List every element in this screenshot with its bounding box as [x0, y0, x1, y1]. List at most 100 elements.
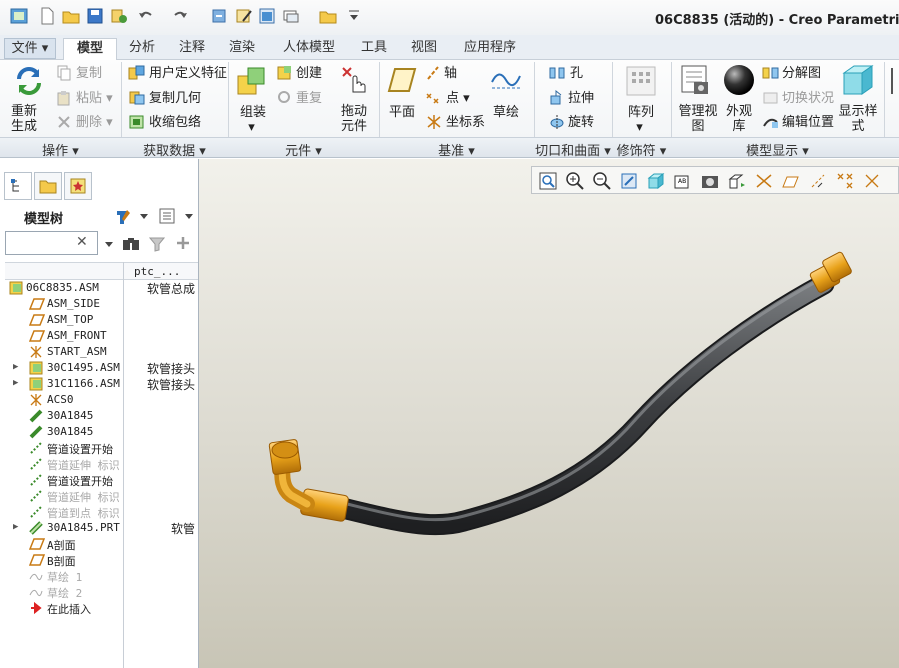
filter-icon[interactable]: [148, 236, 166, 255]
tab-view[interactable]: 视图: [402, 38, 446, 60]
regenerate-icon[interactable]: [13, 65, 45, 100]
point-display-icon[interactable]: [835, 171, 855, 191]
expand-arrow-icon[interactable]: ▶: [13, 522, 18, 532]
tab-applications[interactable]: 应用程序: [454, 38, 526, 60]
search-dropdown-icon[interactable]: [104, 238, 114, 252]
axis-display-icon[interactable]: [808, 171, 828, 191]
toggle-status-button[interactable]: 切换状况: [782, 91, 834, 106]
regenerate-small-icon[interactable]: [110, 7, 128, 25]
tree-item[interactable]: A剖面: [0, 536, 198, 552]
find-icon[interactable]: [122, 236, 140, 255]
zoom-out-icon[interactable]: [592, 171, 612, 191]
tree-item[interactable]: ACS0: [0, 392, 198, 408]
hose-assembly-model[interactable]: [199, 159, 899, 668]
copy-button[interactable]: 复制: [76, 66, 102, 81]
tree-item[interactable]: 管道延伸 标识: [0, 456, 198, 472]
tree-item[interactable]: 管道到点 标识: [0, 504, 198, 520]
tree-item[interactable]: 06C8835.ASM 软管总成: [0, 280, 198, 296]
switch-window-icon[interactable]: [282, 7, 300, 25]
hose[interactable]: [323, 273, 835, 536]
right-fitting[interactable]: [809, 251, 852, 293]
redo-icon[interactable]: [172, 7, 190, 25]
appearance-gallery-icon[interactable]: [723, 64, 755, 99]
tree-item[interactable]: ▶ 31C1166.ASM 软管接头: [0, 376, 198, 392]
save-icon[interactable]: [86, 7, 104, 25]
edit-icon[interactable]: [235, 7, 253, 25]
csys-display-icon[interactable]: [862, 171, 882, 191]
pattern-icon[interactable]: [626, 66, 656, 99]
folder-browser-tab[interactable]: [34, 172, 62, 200]
display-style-view-icon[interactable]: [646, 171, 666, 191]
drag-components-button[interactable]: 拖动元件: [341, 104, 369, 134]
plane-display-icon[interactable]: [754, 171, 774, 191]
tab-manikin[interactable]: 人体模型: [274, 38, 344, 60]
hole-button[interactable]: 孔: [570, 66, 583, 81]
column-header-label[interactable]: ptc_...: [134, 265, 180, 278]
tree-item[interactable]: START_ASM: [0, 344, 198, 360]
window-icon[interactable]: [258, 7, 276, 25]
point-button[interactable]: 点 ▾: [446, 91, 470, 106]
folder-icon[interactable]: [319, 7, 337, 25]
create-button[interactable]: 创建: [296, 66, 322, 81]
tab-file[interactable]: 文件 ▾: [4, 38, 56, 59]
tree-item[interactable]: 管道设置开始: [0, 440, 198, 456]
display-style-button[interactable]: 显示样式: [838, 104, 878, 134]
udf-button[interactable]: 用户定义特征: [149, 66, 227, 81]
view-manager-icon[interactable]: [700, 171, 720, 191]
group-modifiers[interactable]: 修饰符 ▾: [612, 140, 671, 159]
drag-components-icon[interactable]: [339, 64, 371, 99]
tab-tools[interactable]: 工具: [352, 38, 396, 60]
tab-annotate[interactable]: 注释: [170, 38, 214, 60]
axis-button[interactable]: 轴: [444, 66, 457, 81]
model-tree-tab[interactable]: [4, 172, 32, 200]
plane-icon[interactable]: [387, 67, 417, 96]
expand-arrow-icon[interactable]: ▶: [13, 362, 18, 372]
repaint-icon[interactable]: [619, 171, 639, 191]
regenerate-manager-icon[interactable]: [210, 7, 228, 25]
tree-item[interactable]: ASM_SIDE: [0, 296, 198, 312]
graphics-window[interactable]: [199, 159, 899, 668]
refit-icon[interactable]: [538, 171, 558, 191]
tree-item[interactable]: 30A1845: [0, 424, 198, 440]
group-model-display[interactable]: 模型显示 ▾: [671, 140, 884, 159]
tree-item[interactable]: ▶ 30C1495.ASM 软管接头: [0, 360, 198, 376]
manage-views-button[interactable]: 管理视图: [678, 104, 718, 134]
tree-settings-icon[interactable]: [115, 207, 149, 228]
new-icon[interactable]: [38, 7, 56, 25]
tree-columns-icon[interactable]: [158, 207, 194, 228]
sketch-icon[interactable]: [490, 66, 522, 95]
pattern-button[interactable]: 阵列 ▾: [628, 105, 654, 135]
group-operations[interactable]: 操作 ▾: [0, 140, 121, 159]
paste-button[interactable]: 粘贴 ▾: [76, 91, 113, 106]
repeat-button[interactable]: 重复: [296, 91, 322, 106]
delete-button[interactable]: 删除 ▾: [76, 115, 113, 130]
expand-arrow-icon[interactable]: ▶: [13, 378, 18, 388]
tree-item[interactable]: 30A1845: [0, 408, 198, 424]
tree-item[interactable]: B剖面: [0, 552, 198, 568]
group-component[interactable]: 元件 ▾: [228, 140, 379, 159]
copy-geometry-button[interactable]: 复制几何: [149, 91, 201, 106]
shrinkwrap-button[interactable]: 收缩包络: [149, 115, 201, 130]
clear-search-icon[interactable]: ✕: [76, 234, 88, 250]
edit-position-button[interactable]: 编辑位置: [782, 115, 834, 130]
customize-toolbar-icon[interactable]: [348, 9, 366, 27]
tree-item[interactable]: 草绘 1: [0, 568, 198, 584]
csys-button[interactable]: 坐标系: [446, 115, 485, 130]
tab-analysis[interactable]: 分析: [120, 38, 164, 60]
tree-item[interactable]: 在此插入: [0, 600, 198, 616]
display-style-icon[interactable]: [840, 63, 874, 100]
zoom-in-icon[interactable]: [565, 171, 585, 191]
extrude-button[interactable]: 拉伸: [568, 91, 594, 106]
overflow-icon[interactable]: [889, 66, 899, 99]
tree-item[interactable]: ▶ 30A1845.PRT 软管: [0, 520, 198, 536]
group-datum[interactable]: 基准 ▾: [379, 140, 534, 159]
undo-icon[interactable]: [136, 7, 154, 25]
tree-item[interactable]: ASM_FRONT: [0, 328, 198, 344]
favorites-tab[interactable]: [64, 172, 92, 200]
assemble-icon[interactable]: [236, 66, 266, 101]
saved-orientations-icon[interactable]: AB: [673, 171, 693, 191]
explode-view-button[interactable]: 分解图: [782, 66, 821, 81]
open-icon[interactable]: [62, 7, 80, 25]
left-fitting[interactable]: [268, 439, 349, 522]
tree-item[interactable]: ASM_TOP: [0, 312, 198, 328]
